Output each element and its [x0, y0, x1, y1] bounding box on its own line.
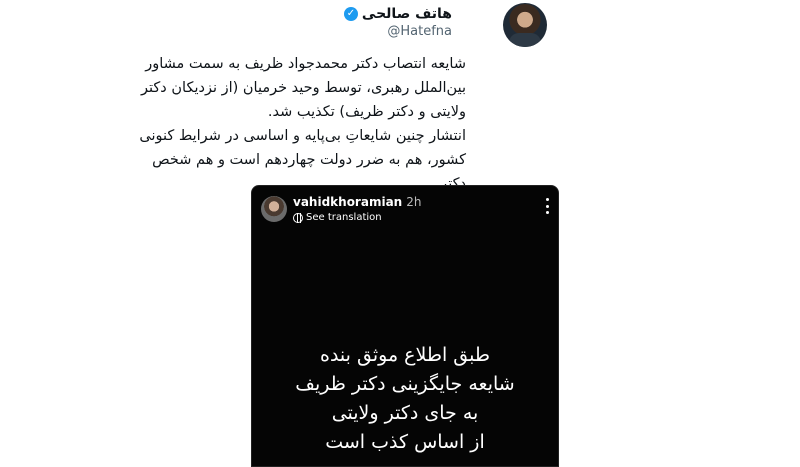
story-username: vahidkhoramian: [293, 195, 403, 209]
see-translation: See translation: [293, 212, 382, 223]
story-time: 2h: [406, 195, 422, 209]
avatar-shirt: [509, 33, 541, 47]
story-avatar: [261, 196, 287, 222]
author-avatar[interactable]: [503, 3, 547, 47]
verified-badge-icon: ✓: [343, 7, 358, 21]
tweet-card: هاتف صالحی ✓ @Hatefna شایعه انتصاب دکتر …: [0, 0, 800, 467]
story-text: طبق اطلاع موثق بنده شایعه جایگزینی دکتر …: [295, 344, 515, 453]
embedded-story-image[interactable]: vahidkhoramian 2h See translation طبق اطل…: [251, 185, 559, 467]
author-name-row: هاتف صالحی ✓: [343, 5, 452, 23]
more-vertical-icon: [546, 198, 550, 214]
story-header: vahidkhoramian 2h: [293, 195, 421, 209]
globe-icon: [293, 212, 303, 223]
see-translation-label: See translation: [306, 212, 382, 223]
author-name[interactable]: هاتف صالحی: [362, 5, 452, 23]
author-handle[interactable]: @Hatefna: [387, 24, 452, 40]
